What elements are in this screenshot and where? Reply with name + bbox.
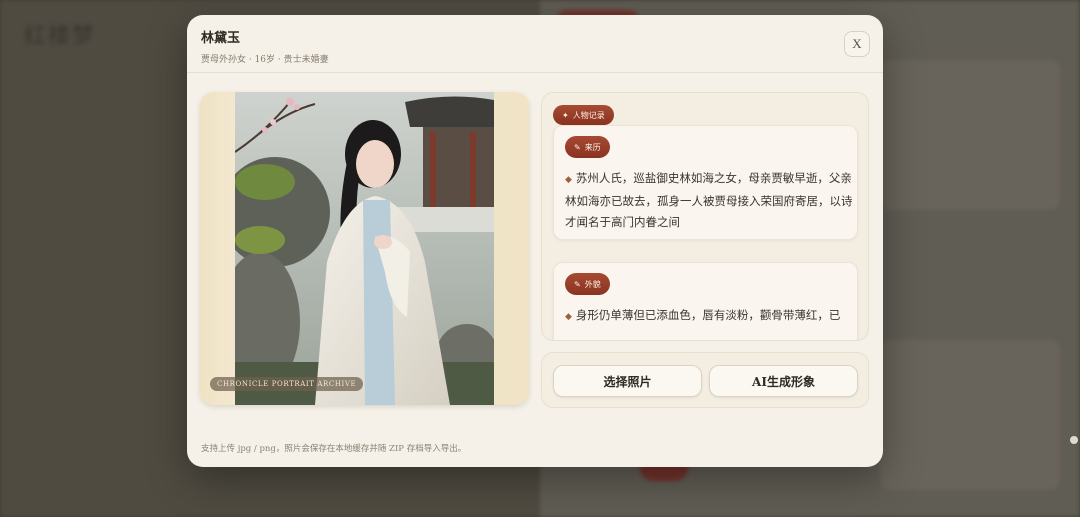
section-chip: ✎ 来历 [565,136,610,158]
action-panel: 选择照片 AI生成形象 [541,352,869,408]
modal-header: 林黛玉 贾母外孙女 · 16岁 · 贵士未婚妻 X [187,15,883,73]
character-modal: 林黛玉 贾母外孙女 · 16岁 · 贵士未婚妻 X CHRONICLE PORT… [187,15,883,467]
bullet-icon: ◆ [565,312,572,322]
upload-note: 支持上传 jpg / png，照片会保存在本地缓存并随 ZIP 存档导入导出。 [201,444,467,454]
portrait-image [235,92,494,405]
section-chip-label: 来历 [584,142,601,152]
section-origin: ✎ 来历 ◆ 苏州人氏，巡盐御史林如海之女，母亲贾敏早逝，父亲林如海亦已故去，孤身… [553,125,858,240]
section-text: ◆ 苏州人氏，巡盐御史林如海之女，母亲贾敏早逝，父亲林如海亦已故去，孤身一人被贾母… [565,168,853,233]
record-tag-label: 人物记录 [572,110,605,120]
section-chip: ✎ 外貌 [565,273,610,295]
close-button[interactable]: X [844,31,870,57]
section-appearance: ✎ 外貌 ◆ 身形仍单薄但已添血色，唇有淡粉，颧骨带薄红，已 [553,262,858,340]
pencil-icon: ✎ [574,279,581,289]
sparkle-icon: ✦ [562,110,569,120]
portrait-caption: CHRONICLE PORTRAIT ARCHIVE [210,377,364,391]
select-photo-button[interactable]: 选择照片 [553,365,702,397]
character-subtitle: 贾母外孙女 · 16岁 · 贵士未婚妻 [201,55,329,65]
record-tag: ✦ 人物记录 [553,105,614,125]
section-text: ◆ 身形仍单薄但已添血色，唇有淡粉，颧骨带薄红，已 [565,305,853,328]
section-text-body: 身形仍单薄但已添血色，唇有淡粉，颧骨带薄红，已 [575,308,841,322]
section-text-body: 苏州人氏，巡盐御史林如海之女，母亲贾敏早逝，父亲林如海亦已故去，孤身一人被贾母接… [565,171,853,229]
scroll-indicator [1070,436,1078,444]
character-name: 林黛玉 [201,31,241,46]
pencil-icon: ✎ [574,142,581,152]
portrait-panel: CHRONICLE PORTRAIT ARCHIVE [200,92,529,405]
section-chip-label: 外貌 [584,279,601,289]
character-info-panel[interactable]: ✦ 人物记录 ✎ 来历 ◆ 苏州人氏，巡盐御史林如海之女，母亲贾敏早逝，父亲林如海… [541,92,869,341]
ai-generate-button[interactable]: AI生成形象 [709,365,858,397]
bullet-icon: ◆ [565,175,572,185]
